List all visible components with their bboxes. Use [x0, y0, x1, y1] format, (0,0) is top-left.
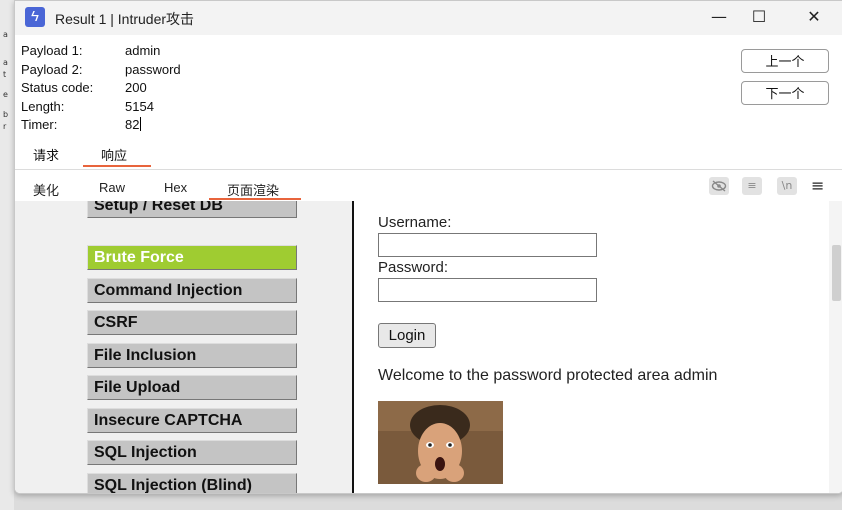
- menu-item-sql-injection[interactable]: SQL Injection: [87, 440, 297, 465]
- background-text: b: [3, 110, 9, 119]
- menu-item-insecure-captcha[interactable]: Insecure CAPTCHA: [87, 408, 297, 433]
- info-value: password: [125, 61, 181, 77]
- user-photo: [378, 401, 503, 484]
- info-key: Timer:: [21, 117, 58, 133]
- rendered-page: Setup / Reset DB Brute Force Command Inj…: [15, 201, 842, 493]
- background-window-edge: a a t e b r: [0, 0, 14, 510]
- info-key: Payload 1:: [21, 43, 83, 58]
- newline-icon[interactable]: \n: [777, 177, 797, 195]
- tab-request[interactable]: 请求: [33, 145, 59, 164]
- username-label: Username:: [378, 214, 452, 231]
- background-text: r: [3, 122, 7, 131]
- menu-item-csrf[interactable]: CSRF: [87, 310, 297, 335]
- login-button[interactable]: Login: [378, 323, 436, 348]
- info-value: admin: [125, 43, 161, 58]
- wrap-icon[interactable]: ≡: [742, 177, 762, 195]
- scrollbar-thumb[interactable]: [832, 245, 841, 301]
- welcome-message: Welcome to the password protected area a…: [378, 367, 718, 384]
- maximize-button[interactable]: ☐: [745, 5, 773, 29]
- page-margin: [15, 201, 67, 493]
- menu-item-sql-injection-blind[interactable]: SQL Injection (Blind): [87, 473, 297, 493]
- timer-value: 82: [125, 117, 140, 133]
- vertical-scrollbar[interactable]: [829, 201, 842, 493]
- menu-item-command-injection[interactable]: Command Injection: [87, 278, 297, 303]
- title-bar[interactable]: ϟ Result 1 | Intruder攻击 — ☐ ✕: [15, 1, 842, 35]
- menu-icon[interactable]: ≡: [811, 176, 824, 195]
- text-caret: [140, 117, 142, 132]
- menu-item-setup[interactable]: Setup / Reset DB: [87, 201, 297, 218]
- tab-render[interactable]: 页面渲染: [227, 180, 279, 199]
- tab-response[interactable]: 响应: [101, 145, 127, 164]
- background-text: e: [3, 90, 8, 99]
- app-lightning-icon: ϟ: [25, 7, 45, 27]
- result-window: ϟ Result 1 | Intruder攻击 — ☐ ✕ Payload 1:…: [14, 0, 842, 494]
- window-title: Result 1 | Intruder攻击: [55, 11, 195, 27]
- info-key: Payload 2:: [21, 61, 83, 77]
- background-text: t: [3, 70, 7, 79]
- info-value: 200: [125, 80, 147, 96]
- username-input[interactable]: [378, 233, 597, 257]
- divider: [15, 169, 842, 170]
- previous-button[interactable]: 上一个: [741, 49, 829, 73]
- menu-item-file-upload[interactable]: File Upload: [87, 375, 297, 400]
- next-button[interactable]: 下一个: [741, 81, 829, 105]
- password-label: Password:: [378, 259, 449, 276]
- info-value: 82: [125, 117, 142, 133]
- info-value: 5154: [125, 98, 154, 114]
- active-tab-underline: [83, 165, 151, 167]
- dvwa-menu: Setup / Reset DB Brute Force Command Inj…: [67, 201, 352, 493]
- minimize-button[interactable]: —: [705, 5, 733, 29]
- password-input[interactable]: [378, 278, 597, 302]
- background-text: a: [3, 30, 8, 39]
- background-text: a: [3, 58, 8, 67]
- menu-item-file-inclusion[interactable]: File Inclusion: [87, 343, 297, 368]
- tab-pretty[interactable]: 美化: [33, 180, 59, 199]
- menu-item-brute-force[interactable]: Brute Force: [87, 245, 297, 270]
- login-content: Username: Password: Login Welcome to the…: [354, 201, 829, 493]
- close-button[interactable]: ✕: [800, 5, 828, 29]
- info-key: Length:: [21, 98, 65, 114]
- eye-slash-icon[interactable]: [709, 177, 729, 195]
- active-view-underline: [209, 198, 301, 200]
- info-key: Status code:: [21, 80, 94, 96]
- tab-raw[interactable]: Raw: [99, 180, 125, 195]
- tab-hex[interactable]: Hex: [164, 180, 187, 195]
